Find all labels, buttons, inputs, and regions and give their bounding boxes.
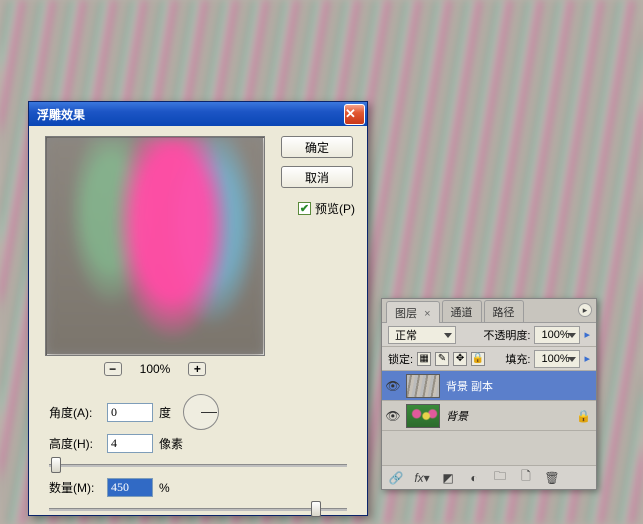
amount-label: 数量(M): <box>49 479 103 496</box>
layer-list: 👁 背景 副本 👁 背景 🔒 <box>382 371 596 465</box>
eye-icon: 👁 <box>385 409 400 423</box>
visibility-toggle[interactable]: 👁 <box>382 379 404 393</box>
ok-button[interactable]: 确定 <box>281 136 353 158</box>
amount-input[interactable] <box>107 478 153 497</box>
dialog-title: 浮雕效果 <box>37 106 344 123</box>
opacity-label: 不透明度: <box>483 327 530 343</box>
layer-row[interactable]: 👁 背景 🔒 <box>382 401 596 431</box>
dialog-titlebar[interactable]: 浮雕效果 ✕ <box>29 102 367 126</box>
tab-close-icon[interactable]: × <box>424 308 430 320</box>
close-icon: ✕ <box>345 106 364 122</box>
tab-channels[interactable]: 通道 <box>442 300 482 322</box>
link-layers-icon[interactable]: 🔗 <box>388 470 404 486</box>
angle-label: 角度(A): <box>49 404 103 421</box>
amount-slider[interactable] <box>49 500 347 518</box>
blend-mode-select[interactable]: 正常 <box>388 326 456 344</box>
angle-unit: 度 <box>159 404 171 421</box>
fx-icon[interactable]: fx▾ <box>414 470 430 486</box>
zoom-out-button[interactable]: − <box>104 362 122 376</box>
mask-icon[interactable]: ◩ <box>440 470 456 486</box>
tab-layers[interactable]: 图层 × <box>386 301 440 323</box>
preview-checkbox[interactable]: ✔ <box>298 202 311 215</box>
visibility-toggle[interactable]: 👁 <box>382 409 404 423</box>
lock-label: 锁定: <box>388 351 413 367</box>
layer-name[interactable]: 背景 <box>446 408 576 424</box>
preview-image <box>46 137 264 355</box>
preview-label: 预览(P) <box>315 200 355 217</box>
zoom-percent: 100% <box>140 362 171 376</box>
zoom-in-button[interactable]: + <box>188 362 206 376</box>
adjustment-icon[interactable]: ◐ <box>466 470 482 486</box>
height-input[interactable] <box>107 434 153 453</box>
trash-icon[interactable]: 🗑 <box>544 470 560 486</box>
layers-panel: 图层 × 通道 路径 正常 不透明度: 100% ▸ 锁定: ▦ ✎ ✥ 🔒 填… <box>381 298 597 490</box>
lock-all-icon[interactable]: 🔒 <box>471 352 485 366</box>
angle-input[interactable] <box>107 403 153 422</box>
close-button[interactable]: ✕ <box>344 104 365 125</box>
height-slider[interactable] <box>49 456 347 474</box>
amount-unit: % <box>159 481 170 495</box>
opacity-select[interactable]: 100% <box>534 326 580 344</box>
opacity-arrow-icon[interactable]: ▸ <box>584 328 590 341</box>
height-unit: 像素 <box>159 435 183 452</box>
new-layer-icon[interactable]: 🗋 <box>518 470 534 486</box>
lock-icon: 🔒 <box>576 409 596 423</box>
layer-row[interactable]: 👁 背景 副本 <box>382 371 596 401</box>
layer-thumbnail[interactable] <box>406 404 440 428</box>
minus-icon: − <box>109 362 116 376</box>
lock-move-icon[interactable]: ✥ <box>453 352 467 366</box>
height-label: 高度(H): <box>49 435 103 452</box>
emboss-dialog: 浮雕效果 ✕ 确定 取消 ✔ 预览(P) − 100% + 角度(A): <box>28 101 368 516</box>
tab-paths[interactable]: 路径 <box>484 300 524 322</box>
panel-menu-button[interactable] <box>578 303 592 317</box>
plus-icon: + <box>194 362 201 376</box>
fill-arrow-icon[interactable]: ▸ <box>584 352 590 365</box>
panel-footer: 🔗 fx▾ ◩ ◐ 🗀 🗋 🗑 <box>382 465 596 489</box>
angle-dial[interactable] <box>183 394 219 430</box>
fill-label: 填充: <box>505 351 530 367</box>
lock-transparent-icon[interactable]: ▦ <box>417 352 431 366</box>
layer-thumbnail[interactable] <box>406 374 440 398</box>
lock-brush-icon[interactable]: ✎ <box>435 352 449 366</box>
layer-name[interactable]: 背景 副本 <box>446 378 596 394</box>
fill-select[interactable]: 100% <box>534 350 580 368</box>
eye-icon: 👁 <box>385 379 400 393</box>
group-icon[interactable]: 🗀 <box>492 470 508 486</box>
cancel-button[interactable]: 取消 <box>281 166 353 188</box>
effect-preview[interactable] <box>45 136 265 356</box>
